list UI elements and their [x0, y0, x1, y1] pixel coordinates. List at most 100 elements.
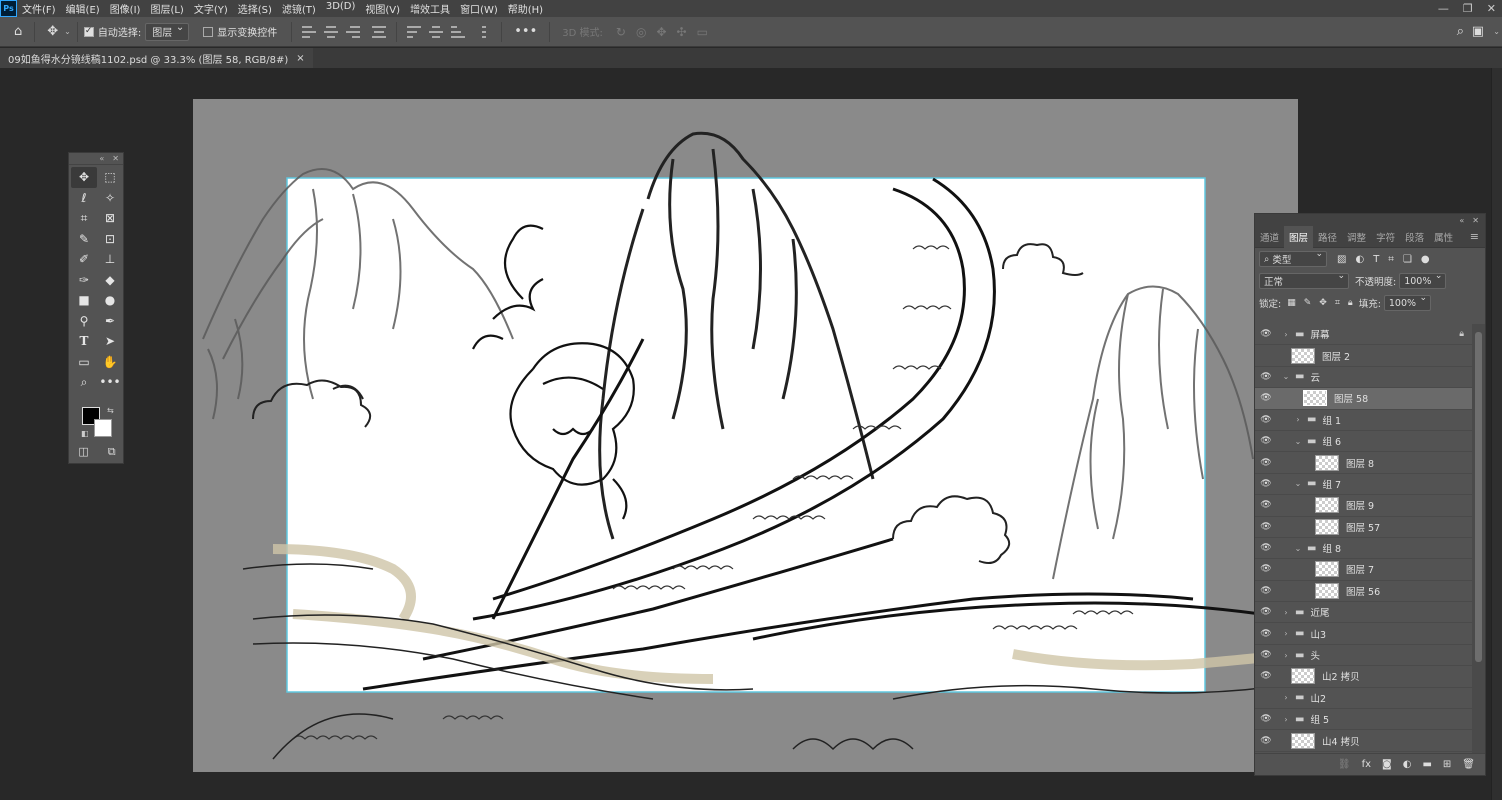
menu-item[interactable]: 图层(L): [145, 1, 188, 16]
filter-toggle-icon[interactable]: ●: [1421, 254, 1430, 265]
visibility-eye-icon[interactable]: 👁︎: [1255, 458, 1277, 468]
new-group-icon[interactable]: ▬: [1422, 759, 1431, 770]
adjustment-icon[interactable]: ◐: [1403, 759, 1412, 770]
swap-colors-icon[interactable]: ⇆: [107, 406, 114, 415]
layer-row[interactable]: 👁︎ 图层 58: [1255, 388, 1472, 410]
menu-item[interactable]: 图像(I): [105, 1, 146, 16]
menu-item[interactable]: 3D(D): [321, 1, 361, 16]
chevron-down-icon[interactable]: ⌄: [64, 27, 71, 36]
menu-item[interactable]: 选择(S): [233, 1, 277, 16]
distribute-vertical-icon[interactable]: [477, 25, 491, 38]
chevron-right-icon[interactable]: ›: [1281, 715, 1291, 724]
layer-group-row[interactable]: 👁︎ › ▬ 头: [1255, 645, 1472, 667]
chevron-right-icon[interactable]: ›: [1281, 608, 1291, 617]
move-tool-icon[interactable]: ✥: [71, 167, 97, 188]
align-bottom-icon[interactable]: [451, 25, 466, 38]
visibility-eye-icon[interactable]: 👁︎: [1255, 564, 1277, 574]
default-colors-icon[interactable]: ◧: [81, 429, 89, 438]
visibility-eye-icon[interactable]: 👁︎: [1255, 393, 1277, 403]
dodge-tool-icon[interactable]: ⚲: [71, 311, 97, 332]
panel-tab[interactable]: 属性: [1429, 226, 1458, 248]
blur-tool-icon[interactable]: ●: [97, 290, 123, 311]
lasso-tool-icon[interactable]: ℓ: [71, 188, 97, 209]
marquee-tool-icon[interactable]: ⬚: [97, 167, 123, 188]
visibility-eye-icon[interactable]: 👁︎: [1255, 629, 1277, 639]
lock-image-icon[interactable]: ✎: [1304, 298, 1312, 308]
collapse-icon[interactable]: «: [99, 154, 104, 163]
layer-row[interactable]: 👁︎ 图层 57: [1255, 517, 1472, 538]
tab-close-icon[interactable]: ×: [296, 53, 304, 64]
menu-item[interactable]: 增效工具: [405, 1, 455, 16]
visibility-eye-icon[interactable]: 👁︎: [1255, 500, 1277, 510]
layer-group-row[interactable]: 👁︎ › ▬ 山2: [1255, 688, 1472, 710]
vertical-scrollbar[interactable]: [1491, 68, 1502, 800]
smart-object-filter-icon[interactable]: ❏: [1403, 254, 1412, 265]
chevron-right-icon[interactable]: ›: [1293, 415, 1303, 424]
layer-group-row[interactable]: 👁︎ ⌄ ▬ 组 8: [1255, 538, 1472, 560]
background-color-swatch[interactable]: [94, 419, 112, 437]
visibility-eye-icon[interactable]: 👁︎: [1255, 671, 1277, 681]
blend-mode-dropdown[interactable]: 正常: [1259, 271, 1349, 289]
close-icon[interactable]: ✕: [1472, 216, 1479, 225]
visibility-eye-icon[interactable]: 👁︎: [1255, 351, 1277, 361]
visibility-eye-icon[interactable]: 👁︎: [1255, 693, 1277, 703]
workspace-icon[interactable]: ▣: [1466, 24, 1490, 39]
layer-row[interactable]: 👁︎ 图层 2: [1255, 345, 1472, 367]
lock-all-icon[interactable]: 🔒︎: [1348, 298, 1353, 308]
panel-tab[interactable]: 图层: [1284, 225, 1314, 248]
lock-transparent-icon[interactable]: ▦: [1287, 298, 1296, 308]
visibility-eye-icon[interactable]: 👁︎: [1255, 714, 1277, 724]
menu-item[interactable]: 文件(F): [17, 1, 61, 16]
visibility-eye-icon[interactable]: 👁︎: [1255, 543, 1277, 553]
document-tab[interactable]: 09如鱼得水分镜线稿1102.psd @ 33.3% (图层 58, RGB/8…: [0, 48, 313, 68]
layer-group-row[interactable]: 👁︎ › ▬ 组 1: [1255, 410, 1472, 431]
path-select-tool-icon[interactable]: ➤: [97, 331, 123, 352]
menu-item[interactable]: 文字(Y): [189, 1, 233, 16]
layer-row[interactable]: 👁︎ 山4 拷贝: [1255, 730, 1472, 752]
eraser-tool-icon[interactable]: ◆: [97, 270, 123, 291]
panel-tab[interactable]: 字符: [1371, 226, 1400, 248]
menu-item[interactable]: 滤镜(T): [277, 1, 321, 16]
visibility-eye-icon[interactable]: 👁︎: [1255, 436, 1277, 446]
adjustment-filter-icon[interactable]: ◐: [1355, 254, 1364, 265]
type-filter-icon[interactable]: T: [1373, 254, 1379, 265]
panel-menu-icon[interactable]: ≡: [1470, 230, 1479, 243]
more-tools-icon[interactable]: •••: [97, 372, 123, 393]
restore-icon[interactable]: ❐: [1463, 2, 1473, 15]
menu-item[interactable]: 视图(V): [360, 1, 405, 16]
visibility-eye-icon[interactable]: 👁︎: [1255, 329, 1277, 339]
brush-tool-icon[interactable]: ✐: [71, 249, 97, 270]
menu-item[interactable]: 帮助(H): [503, 1, 548, 16]
shape-filter-icon[interactable]: ⌗: [1388, 254, 1394, 265]
zoom-tool-icon[interactable]: ⌕: [71, 372, 97, 393]
history-brush-tool-icon[interactable]: ✑: [71, 270, 97, 291]
photoshop-logo-icon[interactable]: Ps: [0, 0, 17, 17]
home-icon[interactable]: ⌂: [8, 24, 28, 39]
move-tool-icon[interactable]: ✥: [41, 24, 64, 39]
chevron-right-icon[interactable]: ›: [1281, 651, 1291, 660]
menu-item[interactable]: 编辑(E): [61, 1, 105, 16]
opacity-field[interactable]: 100%: [1399, 271, 1447, 289]
layer-row[interactable]: 👁︎ 图层 8: [1255, 452, 1472, 474]
visibility-eye-icon[interactable]: 👁︎: [1255, 650, 1277, 660]
layer-group-row[interactable]: 👁︎ › ▬ 山3: [1255, 623, 1472, 645]
menu-item[interactable]: 窗口(W): [455, 1, 503, 16]
panel-tab[interactable]: 通道: [1255, 226, 1284, 248]
layer-group-row[interactable]: 👁︎ › ▬ 组 5: [1255, 709, 1472, 731]
fill-field[interactable]: 100%: [1383, 293, 1432, 311]
panel-tab[interactable]: 调整: [1342, 226, 1371, 248]
visibility-eye-icon[interactable]: 👁︎: [1255, 522, 1277, 532]
panel-tab[interactable]: 路径: [1313, 226, 1342, 248]
screen-mode-icon[interactable]: ⧉: [108, 445, 116, 459]
chevron-down-icon[interactable]: ⌄: [1293, 437, 1303, 446]
layer-group-row[interactable]: 👁︎ › ▬ 屏幕 🔒︎: [1255, 324, 1472, 346]
close-icon[interactable]: ✕: [112, 154, 119, 163]
gradient-tool-icon[interactable]: ■: [71, 290, 97, 311]
distribute-icon[interactable]: [372, 25, 387, 38]
align-top-icon[interactable]: [407, 25, 422, 38]
magic-wand-tool-icon[interactable]: ✧: [97, 188, 123, 209]
layer-group-row[interactable]: 👁︎ › ▬ 近尾: [1255, 602, 1472, 624]
mask-icon[interactable]: ◙: [1382, 759, 1392, 770]
auto-select-checkbox[interactable]: [83, 26, 94, 37]
visibility-eye-icon[interactable]: 👁︎: [1255, 607, 1277, 617]
